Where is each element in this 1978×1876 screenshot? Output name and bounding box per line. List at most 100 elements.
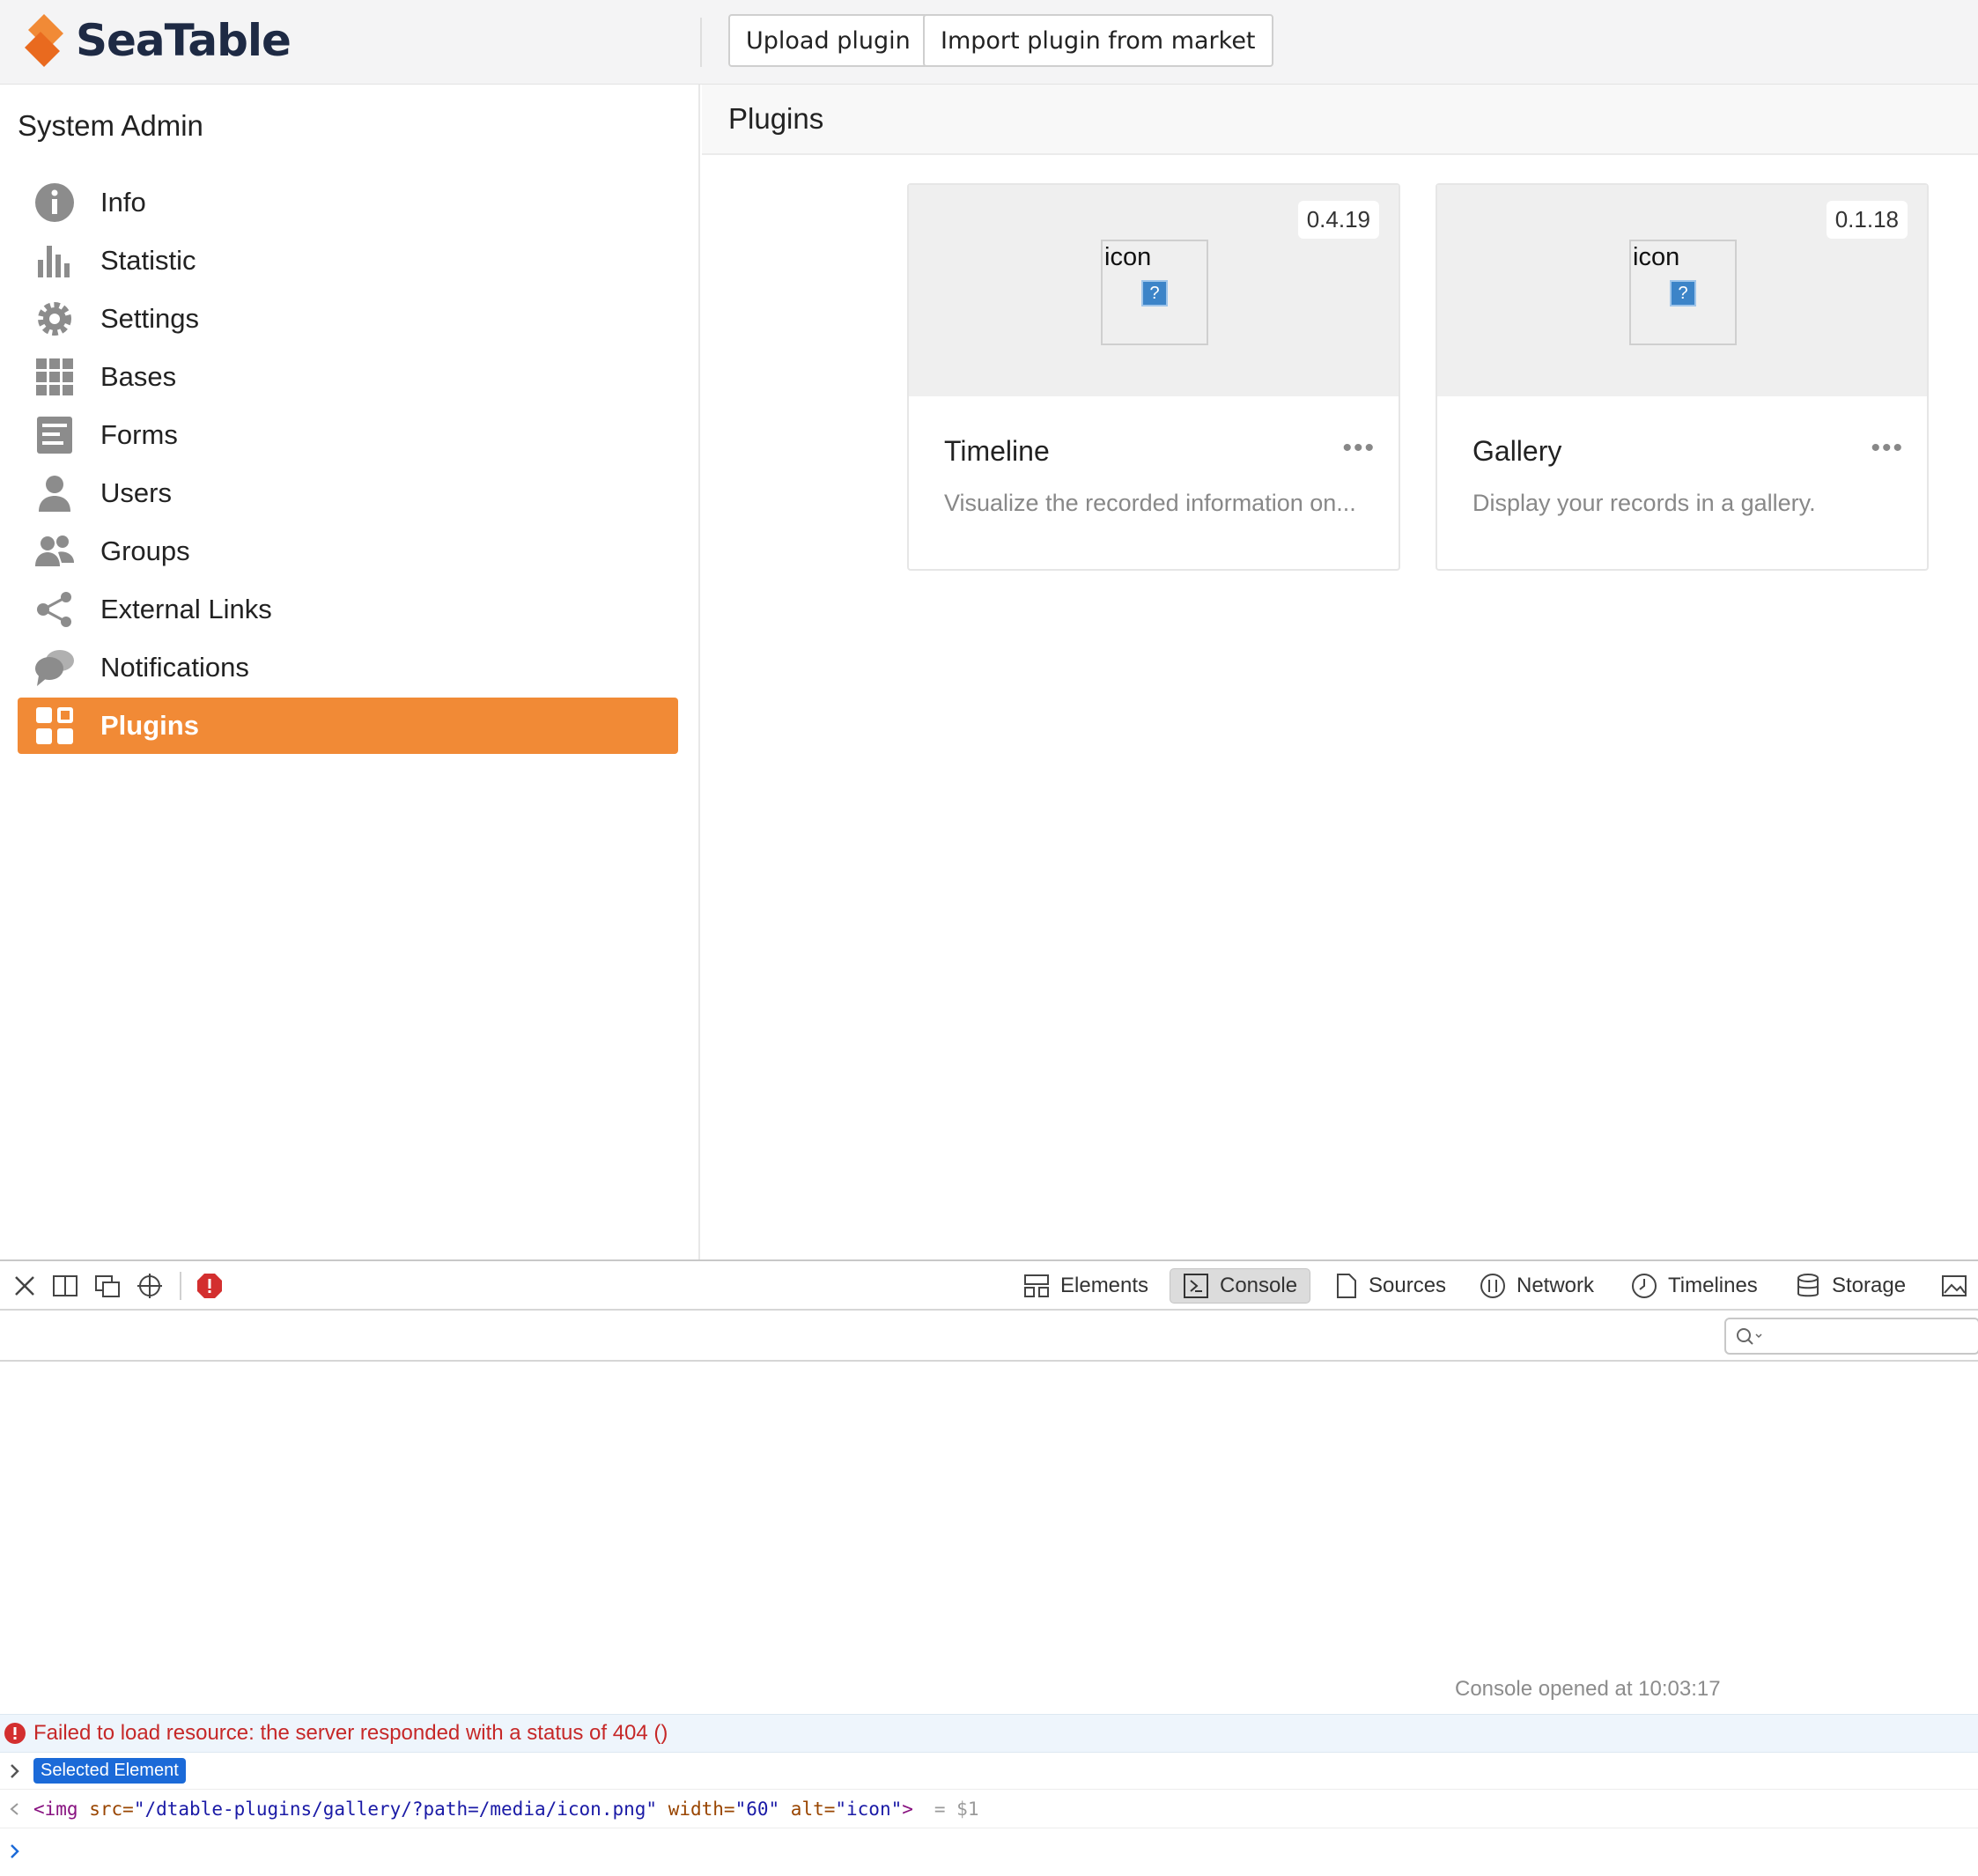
tab-console[interactable]: Console xyxy=(1170,1268,1311,1304)
seatable-app: SeaTable Upload plugin Import plugin fro… xyxy=(0,0,1978,1259)
sidebar-item-label: Info xyxy=(100,187,146,218)
tab-timelines[interactable]: Timelines xyxy=(1619,1268,1770,1304)
code-tag-open: <img xyxy=(33,1798,78,1820)
brand-name: SeaTable xyxy=(76,15,292,66)
sidebar-item-label: Groups xyxy=(100,535,190,566)
code-attr-src: src= xyxy=(89,1798,134,1820)
sidebar-item-info[interactable]: Info xyxy=(18,174,678,231)
sidebar: System Admin Info Statistic Settings Bas… xyxy=(0,85,700,1259)
error-indicator-icon[interactable] xyxy=(196,1272,224,1300)
error-text: Failed to load resource: the server resp… xyxy=(33,1721,668,1745)
code-attr-width: width= xyxy=(668,1798,735,1820)
more-options-icon[interactable]: ••• xyxy=(1871,433,1904,463)
plugin-icon-broken-image: icon ? xyxy=(1629,240,1737,345)
selected-element-row[interactable]: Selected Element xyxy=(0,1753,1978,1790)
sidebar-item-label: External Links xyxy=(100,594,272,624)
sidebar-nav: Info Statistic Settings Bases Forms User… xyxy=(18,174,678,756)
toolbar-divider xyxy=(180,1272,181,1300)
sidebar-title: System Admin xyxy=(18,109,203,142)
sidebar-item-external-links[interactable]: External Links xyxy=(18,581,678,638)
top-bar: SeaTable Upload plugin Import plugin fro… xyxy=(0,0,1978,85)
console-filter-row xyxy=(0,1311,1978,1362)
form-icon xyxy=(33,414,76,456)
tab-elements[interactable]: Elements xyxy=(1011,1268,1161,1304)
prompt-chevron-icon xyxy=(11,1844,19,1858)
info-icon xyxy=(33,181,76,224)
tab-label: Timelines xyxy=(1668,1274,1758,1297)
tab-sources[interactable]: Sources xyxy=(1323,1268,1458,1304)
devtools-panel: Elements Console Sources Network Timelin… xyxy=(0,1259,1978,1874)
sidebar-item-label: Bases xyxy=(100,361,177,392)
grid-icon xyxy=(33,356,76,398)
plugin-name: Gallery xyxy=(1472,435,1562,467)
bar-chart-icon xyxy=(33,240,76,282)
close-icon[interactable] xyxy=(11,1272,39,1300)
clock-icon xyxy=(1632,1274,1657,1298)
plugin-card-preview: 0.4.19 icon ? xyxy=(909,185,1399,396)
tab-label: Storage xyxy=(1832,1274,1907,1297)
plugin-name: Timeline xyxy=(944,435,1050,467)
console-prompt[interactable] xyxy=(0,1828,1978,1876)
plugin-description: Visualize the recorded information on... xyxy=(944,490,1356,516)
share-icon xyxy=(33,588,76,631)
sidebar-item-bases[interactable]: Bases xyxy=(18,349,678,405)
version-badge: 0.4.19 xyxy=(1297,201,1379,239)
sidebar-item-users[interactable]: Users xyxy=(18,465,678,521)
tab-label: Elements xyxy=(1060,1274,1149,1297)
upload-plugin-button[interactable]: Upload plugin xyxy=(728,14,928,67)
plugin-card-timeline[interactable]: 0.4.19 icon ? Timeline ••• Visualize the… xyxy=(907,183,1400,571)
plugin-card-gallery[interactable]: 0.1.18 icon ? Gallery ••• Display your r… xyxy=(1436,183,1929,571)
image-alt-text: icon xyxy=(1633,243,1680,271)
storage-icon xyxy=(1797,1274,1819,1297)
elements-icon xyxy=(1024,1274,1049,1297)
console-icon xyxy=(1184,1274,1208,1298)
image-alt-text: icon xyxy=(1104,243,1152,271)
code-result-ref: = $1 xyxy=(934,1798,979,1820)
console-result-row[interactable]: <img src= "/dtable-plugins/gallery/?path=… xyxy=(0,1790,1978,1828)
main-header: Plugins xyxy=(702,85,1978,155)
code-tag-close: > xyxy=(902,1798,913,1820)
sidebar-item-groups[interactable]: Groups xyxy=(18,523,678,580)
main-content: Plugins 0.4.19 icon ? Timeline ••• Visua… xyxy=(702,85,1978,1259)
sidebar-item-label: Settings xyxy=(100,303,200,334)
devtools-toolbar: Elements Console Sources Network Timelin… xyxy=(0,1261,1978,1311)
inspect-target-icon[interactable] xyxy=(136,1272,164,1300)
import-plugin-button[interactable]: Import plugin from market xyxy=(923,14,1273,67)
graphics-tab-icon[interactable] xyxy=(1941,1274,1967,1298)
chevron-right-icon[interactable] xyxy=(9,1762,21,1780)
sidebar-item-label: Users xyxy=(100,477,172,508)
tab-label: Console xyxy=(1220,1274,1298,1297)
group-icon xyxy=(33,530,76,572)
tab-storage[interactable]: Storage xyxy=(1782,1268,1918,1304)
gear-icon xyxy=(33,298,76,340)
dock-side-icon[interactable] xyxy=(51,1272,79,1300)
console-filter-input[interactable] xyxy=(1724,1318,1978,1355)
selected-element-badge: Selected Element xyxy=(33,1758,186,1784)
tab-label: Network xyxy=(1517,1274,1595,1297)
sidebar-item-notifications[interactable]: Notifications xyxy=(18,639,678,696)
result-arrow-icon xyxy=(10,1802,18,1815)
seatable-logo[interactable]: SeaTable xyxy=(21,12,292,69)
detach-window-icon[interactable] xyxy=(93,1272,122,1300)
code-src-value: "/dtable-plugins/gallery/?path=/media/ic… xyxy=(133,1798,658,1820)
sidebar-item-settings[interactable]: Settings xyxy=(18,291,678,347)
more-options-icon[interactable]: ••• xyxy=(1342,433,1376,463)
user-icon xyxy=(33,472,76,514)
code-alt-value: "icon" xyxy=(835,1798,903,1820)
plugin-description: Display your records in a gallery. xyxy=(1472,490,1816,516)
version-badge: 0.1.18 xyxy=(1826,201,1908,239)
code-attr-alt: alt= xyxy=(790,1798,836,1820)
error-icon xyxy=(4,1723,26,1744)
broken-image-icon: ? xyxy=(1670,280,1696,307)
sources-icon xyxy=(1337,1274,1356,1298)
sidebar-item-forms[interactable]: Forms xyxy=(18,407,678,463)
chat-bubbles-icon xyxy=(33,646,76,689)
code-width-value: "60" xyxy=(734,1798,780,1820)
sidebar-item-label: Forms xyxy=(100,419,178,450)
sidebar-item-statistic[interactable]: Statistic xyxy=(18,233,678,289)
console-error-message[interactable]: Failed to load resource: the server resp… xyxy=(0,1714,1978,1753)
plugin-card-preview: 0.1.18 icon ? xyxy=(1437,185,1927,396)
sidebar-item-plugins[interactable]: Plugins xyxy=(18,698,678,754)
tab-network[interactable]: Network xyxy=(1467,1268,1606,1304)
tab-label: Sources xyxy=(1369,1274,1447,1297)
